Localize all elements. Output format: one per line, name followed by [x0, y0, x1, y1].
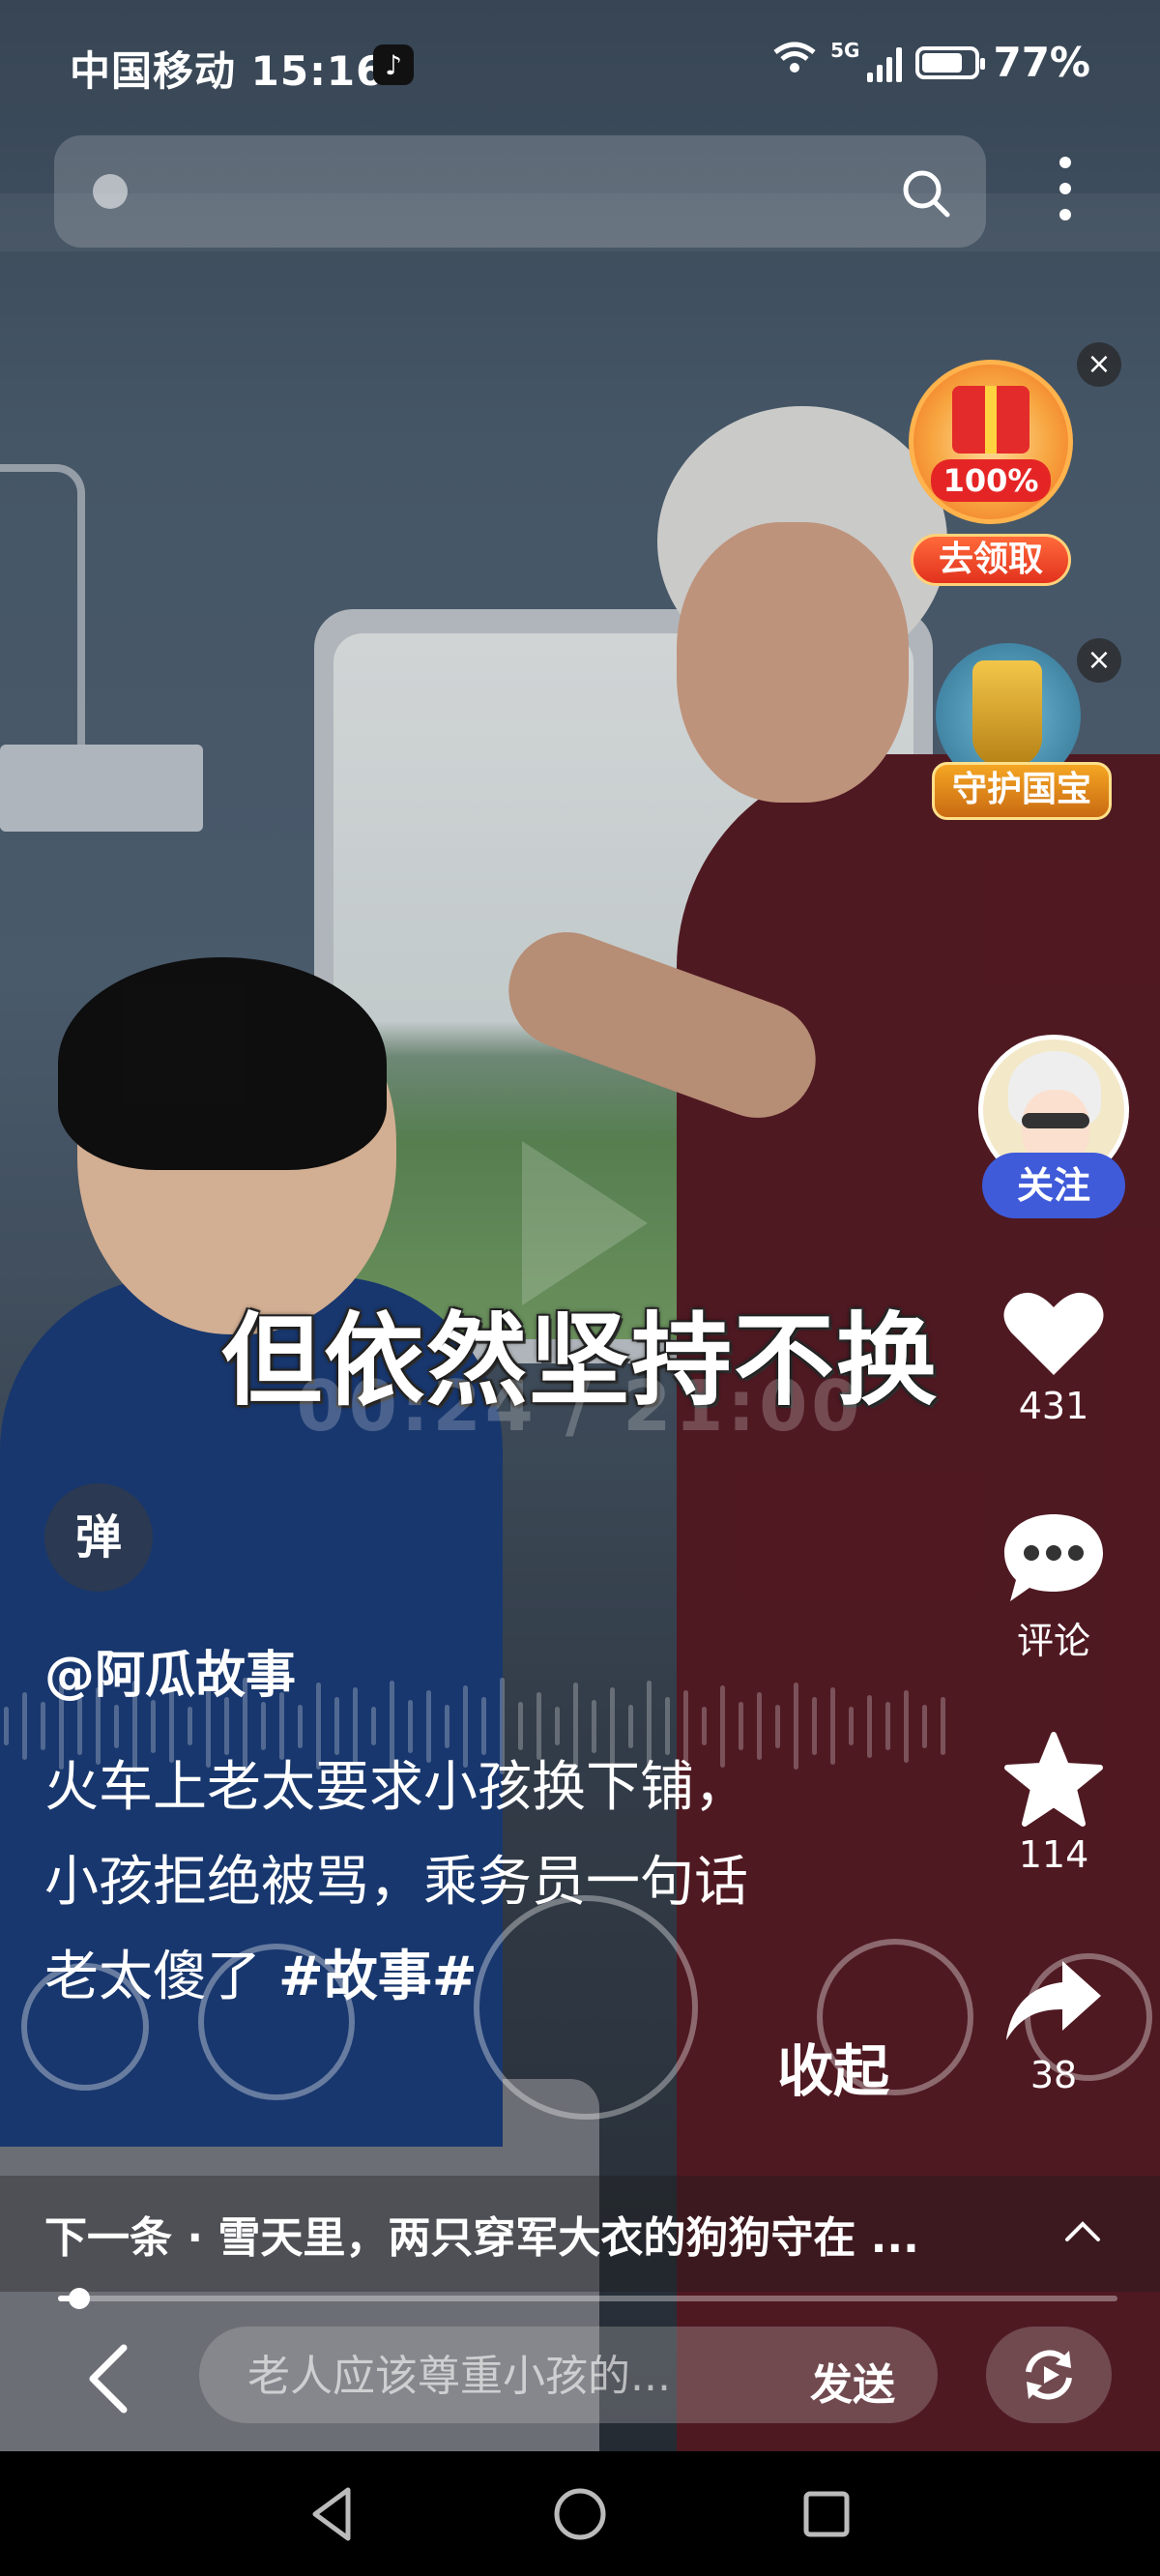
status-bar: 中国移动 15:16 ♪ 5G 77% [0, 0, 1160, 135]
favorite-button[interactable]: 114 [996, 1731, 1112, 1876]
nav-home-icon[interactable] [546, 2480, 614, 2548]
next-video-bar[interactable]: 下一条 · 雪天里，两只穿军大衣的狗狗守在 ... [0, 2176, 1160, 2292]
progress-handle[interactable] [68, 2288, 90, 2309]
replay-button[interactable] [986, 2327, 1112, 2423]
share-icon [1006, 1961, 1101, 2040]
comment-icon [1004, 1514, 1103, 1601]
comment-label: 评论 [1016, 1620, 1090, 1662]
favorite-count: 114 [1018, 1833, 1089, 1876]
comment-bar[interactable]: 发送 [199, 2327, 938, 2425]
replay-icon [1026, 2350, 1072, 2400]
battery-percent: 77% [993, 39, 1090, 86]
carrier-time: 中国移动 15:16 [70, 47, 386, 95]
next-video-title: 下一条 · 雪天里，两只穿军大衣的狗狗守在 ... [44, 2213, 919, 2263]
gift-claim-button[interactable]: 去领取 [911, 534, 1071, 586]
hashtag-link[interactable]: #故事# [278, 1946, 478, 2008]
search-hint-icon [93, 174, 128, 209]
battery-icon [915, 45, 986, 79]
signal-icon [867, 44, 903, 82]
gift-icon[interactable]: 100% [909, 360, 1073, 524]
close-icon[interactable]: × [1077, 638, 1121, 683]
danmu-toggle-button[interactable]: 弹 [44, 1483, 153, 1592]
wifi-icon [772, 41, 817, 84]
description-line: 小孩拒绝被骂，乘务员一句话 [44, 1851, 748, 1914]
bronze-mask [972, 660, 1042, 767]
video-description: 火车上老太要求小孩换下铺， 小孩拒绝被骂，乘务员一句话 老太傻了 #故事# [44, 1741, 914, 2025]
send-button[interactable]: 发送 [810, 2350, 895, 2412]
collapse-button[interactable]: 收起 [777, 2026, 889, 2107]
follow-button[interactable]: 关注 [982, 1153, 1125, 1218]
network-type: 5G [830, 39, 860, 62]
nav-back-icon[interactable] [300, 2480, 367, 2548]
author-name[interactable]: @阿瓜故事 [44, 1634, 296, 1707]
gift-percent: 100% [931, 459, 1051, 502]
star-icon [1004, 1732, 1103, 1827]
system-nav-bar [0, 2451, 1160, 2576]
avatar-glasses [1022, 1113, 1089, 1128]
nav-recents-icon[interactable] [793, 2480, 860, 2548]
comment-button[interactable]: 评论 [996, 1508, 1112, 1664]
more-icon[interactable] [1044, 145, 1087, 232]
close-icon[interactable]: × [1077, 342, 1121, 387]
description-line: 老太傻了 #故事# [44, 1930, 914, 2025]
battery-level-fill [922, 52, 962, 73]
status-icons: 5G 77% [772, 39, 1090, 86]
search-icon[interactable] [901, 168, 951, 219]
share-count: 38 [1030, 2054, 1078, 2096]
description-text: 老太傻了 [44, 1946, 278, 2008]
share-button[interactable]: 38 [996, 1955, 1112, 2096]
treasure-button[interactable]: 守护国宝 [932, 762, 1112, 820]
description-line: 火车上老太要求小孩换下铺， [44, 1756, 748, 1819]
video-timecode: 00:24 / 21:00 [296, 1365, 864, 1447]
back-icon[interactable] [79, 2340, 137, 2417]
search-bar[interactable] [54, 135, 986, 249]
search-input[interactable] [141, 135, 899, 249]
video-progress-bar[interactable] [58, 2288, 1117, 2309]
gift-box [952, 386, 1030, 454]
douyin-notification-icon: ♪ [373, 44, 414, 85]
comment-input[interactable] [246, 2327, 752, 2425]
chevron-up-icon[interactable] [1063, 2212, 1102, 2251]
